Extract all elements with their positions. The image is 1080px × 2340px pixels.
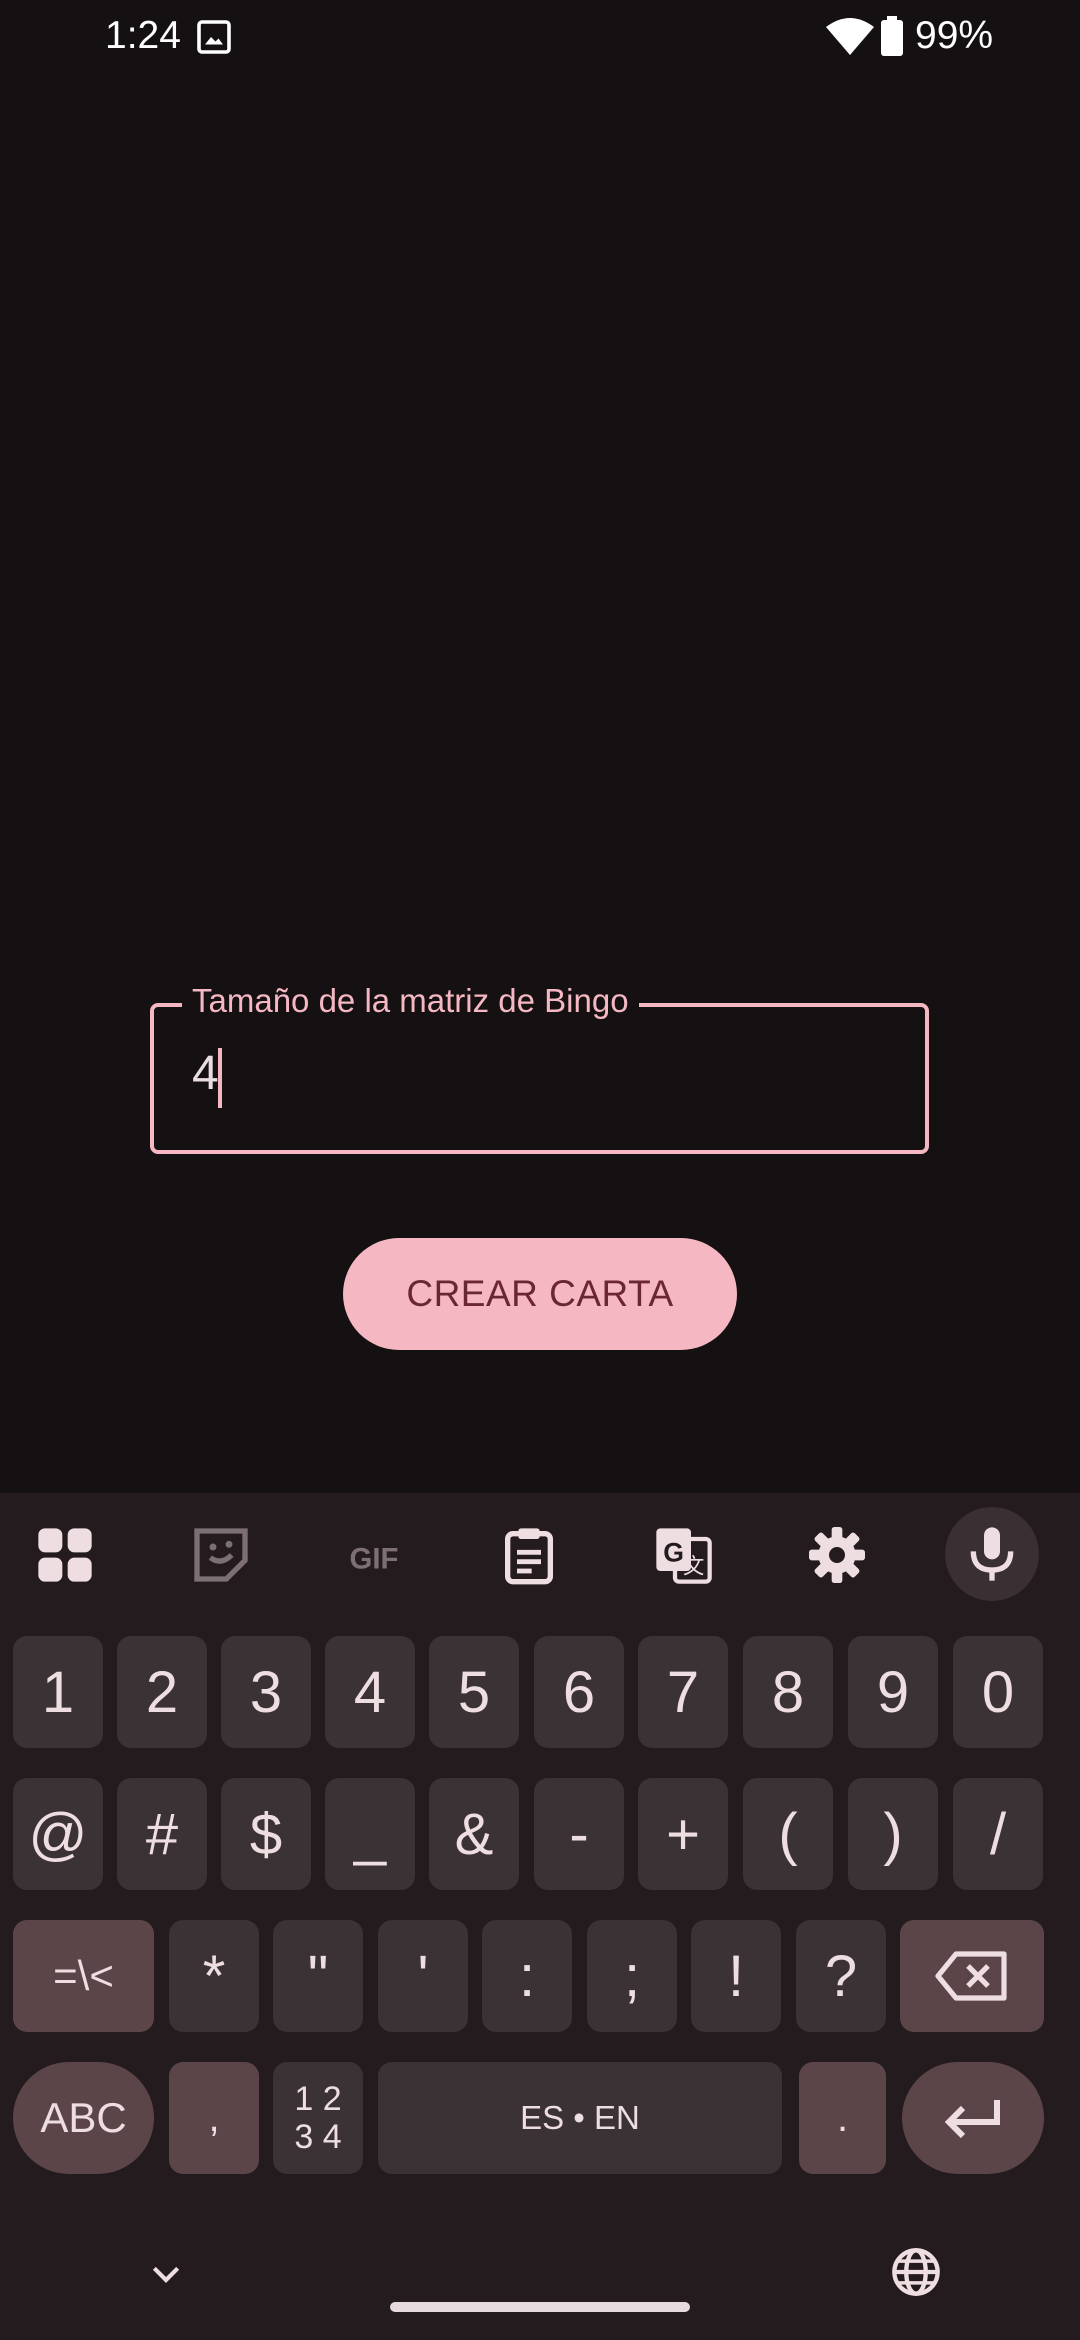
- bingo-size-input-value[interactable]: 4: [192, 1046, 219, 1101]
- microphone-icon: [970, 1527, 1014, 1581]
- space-bar[interactable]: ES • EN: [378, 2062, 782, 2174]
- svg-text:文: 文: [683, 1555, 704, 1579]
- key-comma[interactable]: ,: [169, 2062, 259, 2174]
- key-9[interactable]: 9: [848, 1636, 938, 1748]
- image-notification-icon: [197, 20, 231, 54]
- settings-gear-icon[interactable]: [805, 1523, 869, 1587]
- key-underscore[interactable]: _: [325, 1778, 415, 1890]
- text-cursor: [218, 1048, 222, 1108]
- svg-text:GIF: GIF: [350, 1542, 399, 1575]
- key-0[interactable]: 0: [953, 1636, 1043, 1748]
- create-card-button[interactable]: CREAR CARTA: [343, 1238, 737, 1350]
- key-plus[interactable]: +: [638, 1778, 728, 1890]
- battery-icon: [881, 16, 903, 56]
- apps-grid-icon[interactable]: [33, 1523, 97, 1587]
- gif-icon[interactable]: GIF: [342, 1523, 406, 1587]
- key-dollar[interactable]: $: [221, 1778, 311, 1890]
- key-2[interactable]: 2: [117, 1636, 207, 1748]
- hide-keyboard-chevron-icon[interactable]: [146, 2255, 186, 2295]
- on-screen-keyboard: [0, 1493, 1080, 2340]
- key-at[interactable]: @: [13, 1778, 103, 1890]
- key-3[interactable]: 3: [221, 1636, 311, 1748]
- key-slash[interactable]: /: [953, 1778, 1043, 1890]
- key-5[interactable]: 5: [429, 1636, 519, 1748]
- numpad-key-bottom: 3 4: [294, 2118, 342, 2156]
- key-open-paren[interactable]: (: [743, 1778, 833, 1890]
- key-7[interactable]: 7: [638, 1636, 728, 1748]
- key-single-quote[interactable]: ': [378, 1920, 468, 2032]
- key-6[interactable]: 6: [534, 1636, 624, 1748]
- translate-icon[interactable]: G 文: [651, 1523, 715, 1587]
- numpad-key[interactable]: 1 2 3 4: [273, 2062, 363, 2174]
- enter-arrow-icon: [944, 2100, 1000, 2139]
- key-question[interactable]: ?: [796, 1920, 886, 2032]
- svg-text:G: G: [663, 1538, 684, 1568]
- wifi-icon: [826, 18, 874, 55]
- voice-input-button[interactable]: [945, 1507, 1039, 1601]
- status-time: 1:24: [105, 14, 181, 57]
- abc-key[interactable]: ABC: [13, 2062, 154, 2174]
- key-period[interactable]: .: [799, 2062, 886, 2174]
- key-asterisk[interactable]: *: [169, 1920, 259, 2032]
- backspace-key[interactable]: [900, 1920, 1044, 2032]
- key-ampersand[interactable]: &: [429, 1778, 519, 1890]
- key-1[interactable]: 1: [13, 1636, 103, 1748]
- key-exclamation[interactable]: !: [691, 1920, 781, 2032]
- enter-key[interactable]: [902, 2062, 1044, 2174]
- key-minus[interactable]: -: [534, 1778, 624, 1890]
- backspace-icon: [935, 1951, 1007, 2001]
- clipboard-icon[interactable]: [497, 1523, 561, 1587]
- key-colon[interactable]: :: [482, 1920, 572, 2032]
- sticker-icon[interactable]: [189, 1523, 253, 1587]
- key-hash[interactable]: #: [117, 1778, 207, 1890]
- key-8[interactable]: 8: [743, 1636, 833, 1748]
- bingo-size-field[interactable]: [150, 1003, 929, 1154]
- key-double-quote[interactable]: ": [273, 1920, 363, 2032]
- key-semicolon[interactable]: ;: [587, 1920, 677, 2032]
- navigation-handle[interactable]: [390, 2302, 690, 2312]
- status-bar: 1:24 99%: [0, 0, 1080, 76]
- numpad-key-top: 1 2: [294, 2080, 342, 2118]
- battery-percentage: 99%: [915, 14, 994, 57]
- key-close-paren[interactable]: ): [848, 1778, 938, 1890]
- key-4[interactable]: 4: [325, 1636, 415, 1748]
- more-symbols-key[interactable]: =\<: [13, 1920, 154, 2032]
- language-globe-icon[interactable]: [890, 2246, 942, 2298]
- bingo-size-label: Tamaño de la matriz de Bingo: [182, 982, 639, 1020]
